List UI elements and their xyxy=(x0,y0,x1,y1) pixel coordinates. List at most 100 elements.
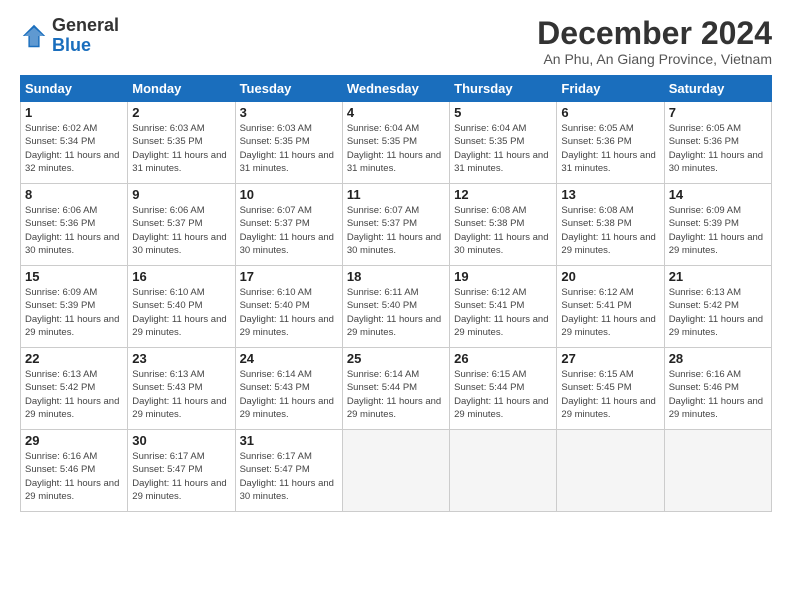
sunset-label: Sunset: 5:40 PM xyxy=(240,300,310,311)
sunrise-label: Sunrise: 6:05 AM xyxy=(561,123,633,134)
day-info: Sunrise: 6:04 AM Sunset: 5:35 PM Dayligh… xyxy=(347,122,445,175)
logo-blue-text: Blue xyxy=(52,36,119,56)
calendar-cell: 6 Sunrise: 6:05 AM Sunset: 5:36 PM Dayli… xyxy=(557,102,664,184)
col-sunday: Sunday xyxy=(21,76,128,102)
sunrise-label: Sunrise: 6:13 AM xyxy=(25,369,97,380)
sunrise-label: Sunrise: 6:04 AM xyxy=(347,123,419,134)
calendar-cell: 3 Sunrise: 6:03 AM Sunset: 5:35 PM Dayli… xyxy=(235,102,342,184)
sunrise-label: Sunrise: 6:05 AM xyxy=(669,123,741,134)
sunrise-label: Sunrise: 6:07 AM xyxy=(347,205,419,216)
sunset-label: Sunset: 5:40 PM xyxy=(132,300,202,311)
sunset-label: Sunset: 5:39 PM xyxy=(25,300,95,311)
calendar-cell: 2 Sunrise: 6:03 AM Sunset: 5:35 PM Dayli… xyxy=(128,102,235,184)
day-info: Sunrise: 6:07 AM Sunset: 5:37 PM Dayligh… xyxy=(347,204,445,257)
calendar-cell: 15 Sunrise: 6:09 AM Sunset: 5:39 PM Dayl… xyxy=(21,266,128,348)
sunrise-label: Sunrise: 6:17 AM xyxy=(240,451,312,462)
day-number: 13 xyxy=(561,187,659,202)
calendar-week-row-1: 8 Sunrise: 6:06 AM Sunset: 5:36 PM Dayli… xyxy=(21,184,772,266)
daylight-label: Daylight: 11 hours and 29 minutes. xyxy=(669,314,763,338)
day-info: Sunrise: 6:09 AM Sunset: 5:39 PM Dayligh… xyxy=(669,204,767,257)
sunrise-label: Sunrise: 6:06 AM xyxy=(132,205,204,216)
day-number: 8 xyxy=(25,187,123,202)
sunset-label: Sunset: 5:36 PM xyxy=(669,136,739,147)
sunset-label: Sunset: 5:43 PM xyxy=(240,382,310,393)
daylight-label: Daylight: 11 hours and 29 minutes. xyxy=(25,314,119,338)
month-title: December 2024 xyxy=(537,16,772,51)
day-info: Sunrise: 6:02 AM Sunset: 5:34 PM Dayligh… xyxy=(25,122,123,175)
day-number: 15 xyxy=(25,269,123,284)
day-number: 20 xyxy=(561,269,659,284)
col-wednesday: Wednesday xyxy=(342,76,449,102)
calendar-cell: 20 Sunrise: 6:12 AM Sunset: 5:41 PM Dayl… xyxy=(557,266,664,348)
daylight-label: Daylight: 11 hours and 31 minutes. xyxy=(347,150,441,174)
sunrise-label: Sunrise: 6:11 AM xyxy=(347,287,419,298)
sunrise-label: Sunrise: 6:12 AM xyxy=(454,287,526,298)
day-info: Sunrise: 6:17 AM Sunset: 5:47 PM Dayligh… xyxy=(240,450,338,503)
calendar-cell: 11 Sunrise: 6:07 AM Sunset: 5:37 PM Dayl… xyxy=(342,184,449,266)
calendar-cell: 22 Sunrise: 6:13 AM Sunset: 5:42 PM Dayl… xyxy=(21,348,128,430)
sunset-label: Sunset: 5:41 PM xyxy=(561,300,631,311)
sunset-label: Sunset: 5:46 PM xyxy=(25,464,95,475)
daylight-label: Daylight: 11 hours and 29 minutes. xyxy=(561,396,655,420)
calendar-cell: 24 Sunrise: 6:14 AM Sunset: 5:43 PM Dayl… xyxy=(235,348,342,430)
sunset-label: Sunset: 5:43 PM xyxy=(132,382,202,393)
daylight-label: Daylight: 11 hours and 29 minutes. xyxy=(347,396,441,420)
sunset-label: Sunset: 5:39 PM xyxy=(669,218,739,229)
sunrise-label: Sunrise: 6:03 AM xyxy=(240,123,312,134)
day-info: Sunrise: 6:09 AM Sunset: 5:39 PM Dayligh… xyxy=(25,286,123,339)
sunrise-label: Sunrise: 6:12 AM xyxy=(561,287,633,298)
daylight-label: Daylight: 11 hours and 29 minutes. xyxy=(240,396,334,420)
day-number: 31 xyxy=(240,433,338,448)
day-info: Sunrise: 6:13 AM Sunset: 5:42 PM Dayligh… xyxy=(669,286,767,339)
title-area: December 2024 An Phu, An Giang Province,… xyxy=(537,16,772,67)
day-number: 3 xyxy=(240,105,338,120)
day-info: Sunrise: 6:16 AM Sunset: 5:46 PM Dayligh… xyxy=(25,450,123,503)
daylight-label: Daylight: 11 hours and 29 minutes. xyxy=(347,314,441,338)
header: General Blue December 2024 An Phu, An Gi… xyxy=(20,16,772,67)
sunset-label: Sunset: 5:36 PM xyxy=(25,218,95,229)
sunset-label: Sunset: 5:37 PM xyxy=(240,218,310,229)
calendar-cell: 16 Sunrise: 6:10 AM Sunset: 5:40 PM Dayl… xyxy=(128,266,235,348)
day-number: 28 xyxy=(669,351,767,366)
daylight-label: Daylight: 11 hours and 29 minutes. xyxy=(561,232,655,256)
sunrise-label: Sunrise: 6:10 AM xyxy=(132,287,204,298)
calendar-cell: 7 Sunrise: 6:05 AM Sunset: 5:36 PM Dayli… xyxy=(664,102,771,184)
day-info: Sunrise: 6:15 AM Sunset: 5:45 PM Dayligh… xyxy=(561,368,659,421)
day-number: 30 xyxy=(132,433,230,448)
day-info: Sunrise: 6:13 AM Sunset: 5:42 PM Dayligh… xyxy=(25,368,123,421)
col-saturday: Saturday xyxy=(664,76,771,102)
day-number: 26 xyxy=(454,351,552,366)
sunset-label: Sunset: 5:44 PM xyxy=(454,382,524,393)
calendar-cell: 17 Sunrise: 6:10 AM Sunset: 5:40 PM Dayl… xyxy=(235,266,342,348)
col-tuesday: Tuesday xyxy=(235,76,342,102)
sunrise-label: Sunrise: 6:14 AM xyxy=(347,369,419,380)
daylight-label: Daylight: 11 hours and 31 minutes. xyxy=(240,150,334,174)
day-info: Sunrise: 6:15 AM Sunset: 5:44 PM Dayligh… xyxy=(454,368,552,421)
calendar-cell: 8 Sunrise: 6:06 AM Sunset: 5:36 PM Dayli… xyxy=(21,184,128,266)
day-info: Sunrise: 6:03 AM Sunset: 5:35 PM Dayligh… xyxy=(132,122,230,175)
calendar-cell: 21 Sunrise: 6:13 AM Sunset: 5:42 PM Dayl… xyxy=(664,266,771,348)
day-number: 11 xyxy=(347,187,445,202)
day-number: 21 xyxy=(669,269,767,284)
day-info: Sunrise: 6:17 AM Sunset: 5:47 PM Dayligh… xyxy=(132,450,230,503)
day-number: 2 xyxy=(132,105,230,120)
calendar-cell: 27 Sunrise: 6:15 AM Sunset: 5:45 PM Dayl… xyxy=(557,348,664,430)
logo: General Blue xyxy=(20,16,119,56)
calendar-cell: 10 Sunrise: 6:07 AM Sunset: 5:37 PM Dayl… xyxy=(235,184,342,266)
calendar-cell: 23 Sunrise: 6:13 AM Sunset: 5:43 PM Dayl… xyxy=(128,348,235,430)
sunrise-label: Sunrise: 6:17 AM xyxy=(132,451,204,462)
calendar-table: Sunday Monday Tuesday Wednesday Thursday… xyxy=(20,75,772,512)
day-number: 9 xyxy=(132,187,230,202)
sunrise-label: Sunrise: 6:15 AM xyxy=(561,369,633,380)
day-info: Sunrise: 6:05 AM Sunset: 5:36 PM Dayligh… xyxy=(669,122,767,175)
sunset-label: Sunset: 5:34 PM xyxy=(25,136,95,147)
day-info: Sunrise: 6:03 AM Sunset: 5:35 PM Dayligh… xyxy=(240,122,338,175)
day-number: 5 xyxy=(454,105,552,120)
day-number: 6 xyxy=(561,105,659,120)
calendar-cell: 28 Sunrise: 6:16 AM Sunset: 5:46 PM Dayl… xyxy=(664,348,771,430)
calendar-cell: 14 Sunrise: 6:09 AM Sunset: 5:39 PM Dayl… xyxy=(664,184,771,266)
sunrise-label: Sunrise: 6:07 AM xyxy=(240,205,312,216)
sunset-label: Sunset: 5:36 PM xyxy=(561,136,631,147)
sunset-label: Sunset: 5:38 PM xyxy=(454,218,524,229)
location: An Phu, An Giang Province, Vietnam xyxy=(537,51,772,67)
